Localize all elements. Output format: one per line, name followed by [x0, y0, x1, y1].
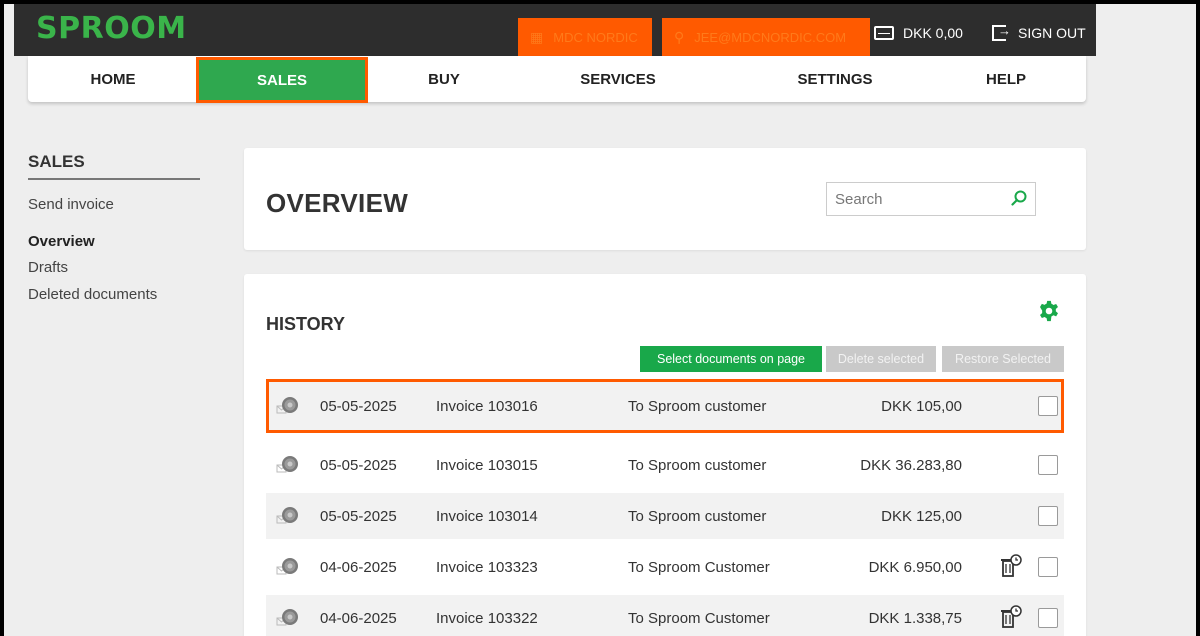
- restore-selected-button[interactable]: Restore Selected: [942, 346, 1064, 372]
- delete-selected-button[interactable]: Delete selected: [826, 346, 936, 372]
- company-selector[interactable]: ▦ MDC NORDIC: [518, 18, 652, 56]
- document-recipient: To Sproom customer: [628, 507, 767, 525]
- table-row[interactable]: 05-05-2025 Invoice 103014 To Sproom custom…: [266, 493, 1064, 539]
- sign-out-button[interactable]: SIGN OUT: [992, 23, 1086, 41]
- delete-document-icon[interactable]: [1000, 605, 1022, 629]
- sidebar-item-drafts[interactable]: Drafts: [28, 259, 68, 276]
- select-documents-button[interactable]: Select documents on page: [640, 346, 822, 372]
- document-date: 05-05-2025: [320, 507, 397, 525]
- top-bar: SPROOM ▦ MDC NORDIC ⚲ JEE@MDCNORDIC.COM …: [14, 4, 1096, 56]
- select-checkbox[interactable]: [1038, 557, 1058, 577]
- user-menu[interactable]: ⚲ JEE@MDCNORDIC.COM: [662, 18, 870, 56]
- document-number[interactable]: Invoice 103323: [436, 559, 538, 576]
- balance-display[interactable]: DKK 0,00: [874, 25, 963, 41]
- sproom-logo[interactable]: SPROOM: [36, 12, 187, 46]
- document-number[interactable]: Invoice 103015: [436, 457, 538, 474]
- search-input[interactable]: [827, 183, 997, 215]
- user-icon: ⚲: [674, 28, 685, 45]
- history-title: HISTORY: [266, 314, 346, 334]
- search-box: [826, 182, 1036, 216]
- table-row[interactable]: 05-05-2025 Invoice 103015 To Sproom custom…: [266, 442, 1064, 488]
- sent-document-icon: [276, 609, 298, 626]
- sidebar-divider: [28, 178, 200, 180]
- search-icon[interactable]: [1011, 190, 1027, 206]
- sent-document-icon: [276, 456, 298, 473]
- document-number[interactable]: Invoice 103016: [436, 398, 538, 415]
- select-checkbox[interactable]: [1038, 608, 1058, 628]
- main-nav: HOME SALES BUY SERVICES SETTINGS HELP: [28, 56, 1086, 103]
- document-amount: DKK 6.950,00: [868, 558, 962, 576]
- sign-out-icon: [992, 23, 1011, 41]
- table-row[interactable]: 05-05-2025 Invoice 103016 To Sproom custom…: [266, 379, 1064, 433]
- gear-icon[interactable]: [1038, 300, 1060, 322]
- document-amount: DKK 125,00: [881, 507, 962, 525]
- sent-document-icon: [276, 397, 298, 414]
- screenshot-frame-right: [1196, 0, 1200, 636]
- document-recipient: To Sproom Customer: [628, 609, 770, 627]
- select-checkbox[interactable]: [1038, 455, 1058, 475]
- document-date: 05-05-2025: [320, 456, 397, 474]
- document-amount: DKK 36.283,80: [860, 456, 962, 474]
- document-recipient: To Sproom customer: [628, 456, 767, 474]
- document-date: 04-06-2025: [320, 558, 397, 576]
- table-row[interactable]: 04-06-2025 Invoice 103323 To Sproom Custom…: [266, 544, 1064, 590]
- document-amount: DKK 1.338,75: [868, 609, 962, 627]
- sign-out-label: SIGN OUT: [1018, 25, 1086, 41]
- sent-document-icon: [276, 558, 298, 575]
- nav-sales[interactable]: SALES: [196, 57, 368, 103]
- document-date: 04-06-2025: [320, 609, 397, 627]
- credit-card-icon: [874, 26, 894, 40]
- sidebar-item-send-invoice[interactable]: Send invoice: [28, 196, 114, 213]
- sent-document-icon: [276, 507, 298, 524]
- overview-panel: OVERVIEW: [244, 148, 1086, 250]
- page-title: OVERVIEW: [266, 188, 409, 218]
- delete-document-icon[interactable]: [1000, 554, 1022, 578]
- document-number[interactable]: Invoice 103322: [436, 610, 538, 627]
- nav-home[interactable]: HOME: [48, 56, 178, 102]
- company-name: MDC NORDIC: [553, 29, 638, 45]
- sidebar-item-deleted-documents[interactable]: Deleted documents: [28, 286, 157, 303]
- document-amount: DKK 105,00: [881, 397, 962, 415]
- document-date: 05-05-2025: [320, 397, 397, 415]
- select-checkbox[interactable]: [1038, 396, 1058, 416]
- table-row[interactable]: 04-06-2025 Invoice 103322 To Sproom Custom…: [266, 595, 1064, 636]
- document-number[interactable]: Invoice 103014: [436, 508, 538, 525]
- building-icon: ▦: [530, 28, 544, 45]
- sidebar-item-overview[interactable]: Overview: [28, 233, 95, 250]
- history-panel: HISTORY Select documents on page Delete …: [244, 274, 1086, 636]
- app-canvas: SPROOM ▦ MDC NORDIC ⚲ JEE@MDCNORDIC.COM …: [4, 4, 1196, 636]
- document-recipient: To Sproom Customer: [628, 558, 770, 576]
- user-email: JEE@MDCNORDIC.COM: [694, 29, 847, 45]
- nav-help[interactable]: HELP: [958, 56, 1054, 102]
- sidebar-title: SALES: [28, 152, 85, 171]
- balance-value: DKK 0,00: [903, 25, 963, 41]
- nav-buy[interactable]: BUY: [384, 56, 504, 102]
- nav-services[interactable]: SERVICES: [538, 56, 698, 102]
- document-recipient: To Sproom customer: [628, 397, 767, 415]
- select-checkbox[interactable]: [1038, 506, 1058, 526]
- nav-settings[interactable]: SETTINGS: [750, 56, 920, 102]
